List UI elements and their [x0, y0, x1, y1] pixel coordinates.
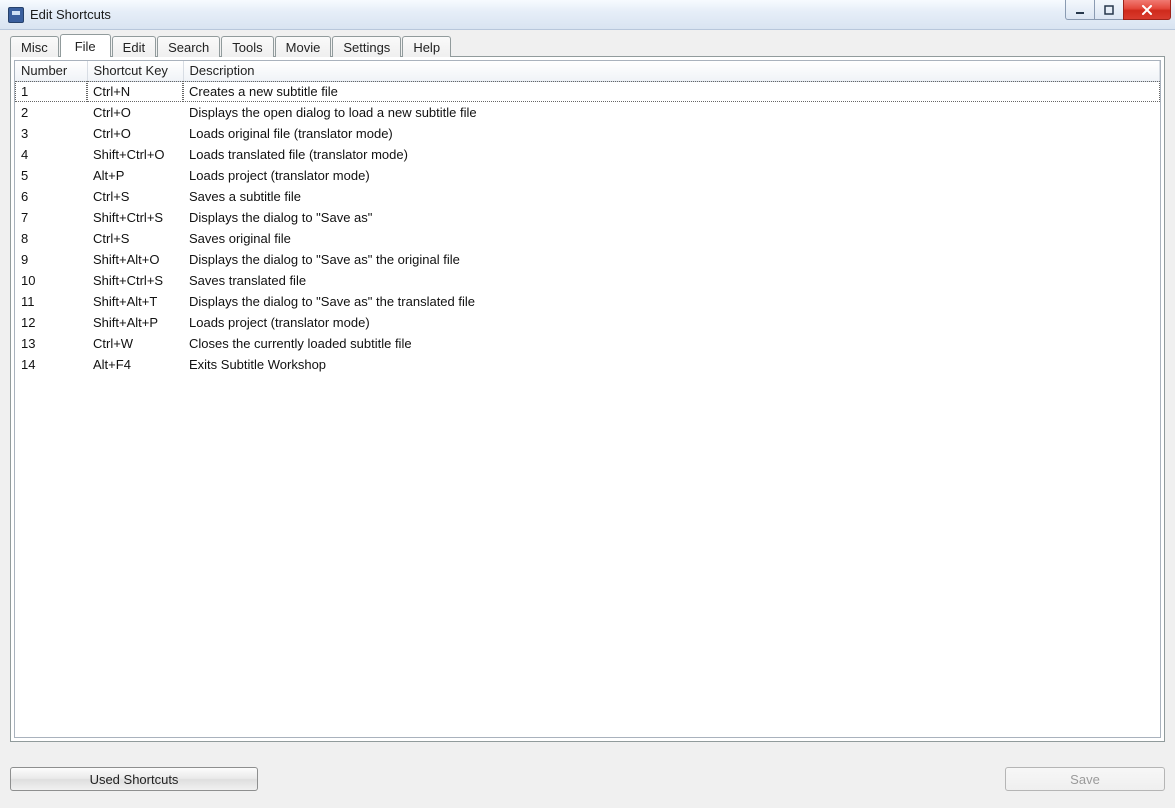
shortcut-table-container: Number Shortcut Key Description 1Ctrl+NC… [14, 60, 1161, 738]
used-shortcuts-button[interactable]: Used Shortcuts [10, 767, 258, 791]
tab-label: Movie [286, 40, 321, 55]
cell-description: Loads project (translator mode) [183, 312, 1160, 333]
table-row[interactable]: 13Ctrl+WCloses the currently loaded subt… [15, 333, 1160, 354]
close-button[interactable] [1123, 0, 1171, 20]
shortcut-table-panel: Number Shortcut Key Description 1Ctrl+NC… [10, 56, 1165, 742]
cell-key: Ctrl+O [87, 102, 183, 123]
cell-description: Closes the currently loaded subtitle fil… [183, 333, 1160, 354]
titlebar: Edit Shortcuts [0, 0, 1175, 30]
cell-number: 7 [15, 207, 87, 228]
cell-number: 5 [15, 165, 87, 186]
cell-key: Shift+Ctrl+O [87, 144, 183, 165]
cell-key: Shift+Ctrl+S [87, 207, 183, 228]
cell-description: Exits Subtitle Workshop [183, 354, 1160, 375]
column-header-description[interactable]: Description [183, 61, 1160, 81]
cell-key: Ctrl+S [87, 228, 183, 249]
cell-number: 2 [15, 102, 87, 123]
table-row[interactable]: 7Shift+Ctrl+SDisplays the dialog to "Sav… [15, 207, 1160, 228]
cell-key: Ctrl+O [87, 123, 183, 144]
cell-number: 4 [15, 144, 87, 165]
bottom-bar: Used Shortcuts Save [10, 742, 1165, 798]
tab-label: Edit [123, 40, 145, 55]
cell-key: Shift+Alt+O [87, 249, 183, 270]
table-row[interactable]: 6Ctrl+SSaves a subtitle file [15, 186, 1160, 207]
tab-tools[interactable]: Tools [221, 36, 273, 57]
cell-description: Displays the dialog to "Save as" [183, 207, 1160, 228]
table-row[interactable]: 12Shift+Alt+PLoads project (translator m… [15, 312, 1160, 333]
cell-number: 6 [15, 186, 87, 207]
window-title: Edit Shortcuts [30, 7, 111, 22]
tab-settings[interactable]: Settings [332, 36, 401, 57]
window-controls [1066, 0, 1171, 20]
cell-description: Saves original file [183, 228, 1160, 249]
tab-label: File [75, 39, 96, 54]
cell-description: Loads project (translator mode) [183, 165, 1160, 186]
tab-label: Help [413, 40, 440, 55]
cell-number: 8 [15, 228, 87, 249]
table-row[interactable]: 9Shift+Alt+ODisplays the dialog to "Save… [15, 249, 1160, 270]
cell-key: Ctrl+W [87, 333, 183, 354]
tab-label: Misc [21, 40, 48, 55]
table-row[interactable]: 8Ctrl+SSaves original file [15, 228, 1160, 249]
tab-label: Settings [343, 40, 390, 55]
tab-search[interactable]: Search [157, 36, 220, 57]
window-body: Misc File Edit Search Tools Movie Settin… [0, 30, 1175, 808]
save-button[interactable]: Save [1005, 767, 1165, 791]
table-row[interactable]: 2Ctrl+ODisplays the open dialog to load … [15, 102, 1160, 123]
cell-key: Alt+F4 [87, 354, 183, 375]
cell-key: Shift+Alt+T [87, 291, 183, 312]
cell-description: Displays the dialog to "Save as" the ori… [183, 249, 1160, 270]
tabstrip: Misc File Edit Search Tools Movie Settin… [10, 34, 1165, 57]
cell-description: Displays the dialog to "Save as" the tra… [183, 291, 1160, 312]
cell-key: Shift+Ctrl+S [87, 270, 183, 291]
cell-key: Ctrl+N [87, 81, 183, 102]
cell-description: Saves a subtitle file [183, 186, 1160, 207]
column-header-shortcut-key[interactable]: Shortcut Key [87, 61, 183, 81]
table-row[interactable]: 11Shift+Alt+TDisplays the dialog to "Sav… [15, 291, 1160, 312]
tab-file[interactable]: File [60, 34, 111, 57]
cell-key: Ctrl+S [87, 186, 183, 207]
column-header-number[interactable]: Number [15, 61, 87, 81]
table-row[interactable]: 14Alt+F4Exits Subtitle Workshop [15, 354, 1160, 375]
table-row[interactable]: 3Ctrl+OLoads original file (translator m… [15, 123, 1160, 144]
cell-number: 10 [15, 270, 87, 291]
tab-edit[interactable]: Edit [112, 36, 156, 57]
minimize-button[interactable] [1065, 0, 1095, 20]
tab-misc[interactable]: Misc [10, 36, 59, 57]
cell-description: Displays the open dialog to load a new s… [183, 102, 1160, 123]
tab-movie[interactable]: Movie [275, 36, 332, 57]
table-row[interactable]: 1Ctrl+NCreates a new subtitle file [15, 81, 1160, 102]
table-header-row: Number Shortcut Key Description [15, 61, 1160, 81]
cell-key: Alt+P [87, 165, 183, 186]
cell-key: Shift+Alt+P [87, 312, 183, 333]
shortcut-table: Number Shortcut Key Description 1Ctrl+NC… [15, 61, 1160, 375]
cell-number: 3 [15, 123, 87, 144]
tab-label: Tools [232, 40, 262, 55]
cell-number: 1 [15, 81, 87, 102]
table-row[interactable]: 5Alt+PLoads project (translator mode) [15, 165, 1160, 186]
table-row[interactable]: 10Shift+Ctrl+SSaves translated file [15, 270, 1160, 291]
cell-number: 11 [15, 291, 87, 312]
cell-number: 14 [15, 354, 87, 375]
cell-number: 13 [15, 333, 87, 354]
cell-description: Saves translated file [183, 270, 1160, 291]
table-row[interactable]: 4Shift+Ctrl+OLoads translated file (tran… [15, 144, 1160, 165]
tab-help[interactable]: Help [402, 36, 451, 57]
app-icon [8, 7, 24, 23]
cell-description: Creates a new subtitle file [183, 81, 1160, 102]
cell-number: 12 [15, 312, 87, 333]
cell-number: 9 [15, 249, 87, 270]
maximize-button[interactable] [1094, 0, 1124, 20]
tab-label: Search [168, 40, 209, 55]
cell-description: Loads translated file (translator mode) [183, 144, 1160, 165]
cell-description: Loads original file (translator mode) [183, 123, 1160, 144]
